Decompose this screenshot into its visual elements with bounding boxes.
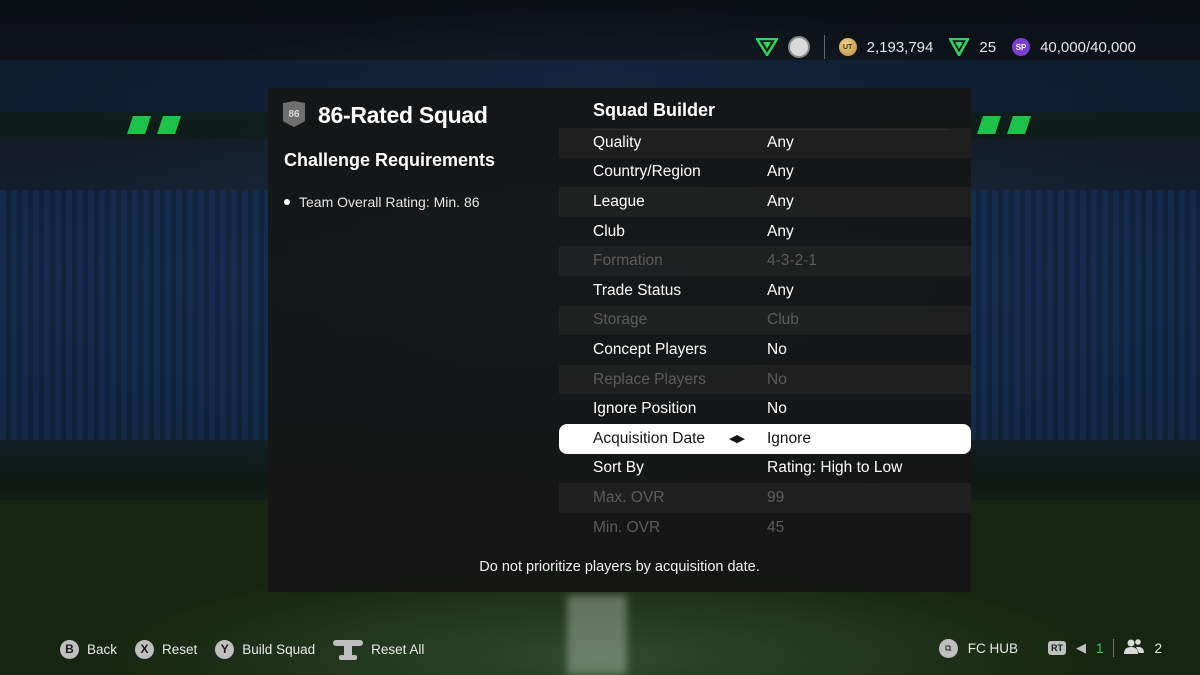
setting-row-country-region[interactable]: Country/Region Any bbox=[559, 158, 971, 188]
setting-value: 99 bbox=[767, 488, 785, 506]
setting-row-storage: Storage Club bbox=[559, 305, 971, 336]
setting-value: No bbox=[767, 400, 787, 418]
setting-value: Rating: High to Low bbox=[767, 459, 903, 477]
setting-row-concept-players[interactable]: Concept Players No bbox=[559, 335, 971, 365]
x-button-icon: X bbox=[135, 639, 155, 659]
setting-value: Any bbox=[767, 163, 794, 181]
setting-value: No bbox=[767, 370, 787, 388]
back-label: Back bbox=[87, 641, 118, 657]
setting-label: Club bbox=[593, 222, 625, 240]
setting-label: Sort By bbox=[593, 459, 644, 477]
reset-all-button[interactable]: Reset All bbox=[333, 638, 424, 660]
club-badge-icon bbox=[787, 36, 810, 58]
setting-row-max-ovr: Max. OVR 99 bbox=[559, 483, 971, 513]
setting-label: League bbox=[593, 192, 645, 210]
rating-badge: 86 bbox=[283, 101, 305, 127]
divider bbox=[1113, 639, 1115, 657]
setting-label: Ignore Position bbox=[593, 400, 697, 418]
setting-value: Any bbox=[767, 222, 794, 240]
fc-hub-icon[interactable]: ⧉ bbox=[938, 638, 958, 658]
setting-value: Ignore bbox=[767, 429, 811, 447]
setting-label: Acquisition Date bbox=[593, 429, 706, 447]
coins-icon: UT bbox=[838, 38, 857, 56]
reset-all-label: Reset All bbox=[371, 641, 425, 657]
fc-hub-label[interactable]: FC HUB bbox=[968, 641, 1018, 656]
setting-row-trade-status[interactable]: Trade Status Any bbox=[559, 276, 971, 306]
setting-value: No bbox=[767, 340, 787, 358]
setting-value: Any bbox=[767, 281, 794, 299]
sp-icon: SP bbox=[1012, 38, 1031, 56]
setting-row-formation: Formation 4-3-2-1 bbox=[559, 246, 971, 276]
friends-icon[interactable] bbox=[1124, 638, 1145, 658]
setting-row-quality[interactable]: Quality Any bbox=[559, 128, 971, 158]
setting-label: Min. OVR bbox=[593, 518, 661, 536]
requirements-title: Challenge Requirements bbox=[284, 150, 496, 170]
bullet-icon bbox=[284, 199, 290, 205]
voice-count: 1 bbox=[1095, 640, 1104, 656]
setting-label: Storage bbox=[593, 311, 648, 329]
stadium-adboard-left bbox=[0, 112, 270, 138]
divider bbox=[823, 35, 825, 59]
setting-label: Country/Region bbox=[593, 163, 701, 181]
setting-label: Concept Players bbox=[593, 340, 707, 358]
y-button-icon: Y bbox=[215, 639, 235, 659]
builder-title: Squad Builder bbox=[593, 100, 716, 120]
setting-row-acquisition-date[interactable]: Acquisition Date ◀▶ Ignore bbox=[559, 423, 971, 454]
requirement-text: Team Overall Rating: Min. 86 bbox=[299, 194, 480, 210]
back-button[interactable]: B Back bbox=[60, 639, 118, 659]
stadium-seats-right bbox=[970, 190, 1200, 440]
settings-list: Quality Any Country/Region Any League An… bbox=[559, 128, 971, 542]
challenge-info: 86 86-Rated Squad Challenge Requirements… bbox=[268, 88, 558, 592]
setting-value: 45 bbox=[767, 518, 785, 536]
left-right-arrows-icon[interactable]: ◀▶ bbox=[729, 432, 745, 445]
setting-label: Replace Players bbox=[593, 370, 706, 388]
setting-label: Max. OVR bbox=[593, 488, 665, 506]
mic-muted-icon: ◀ bbox=[1075, 640, 1086, 655]
build-squad-button[interactable]: Y Build Squad bbox=[215, 639, 316, 659]
setting-value: Any bbox=[767, 192, 794, 210]
rt-button-icon: RT bbox=[1047, 641, 1066, 655]
setting-value: 4-3-2-1 bbox=[767, 252, 817, 270]
setting-label: Formation bbox=[593, 252, 663, 270]
fc-points-icon bbox=[949, 38, 970, 56]
setting-value: Club bbox=[767, 311, 799, 329]
setting-row-ignore-position[interactable]: Ignore Position No bbox=[559, 394, 971, 424]
left-stick-icon bbox=[333, 638, 364, 660]
sp-value: 40,000/40,000 bbox=[1040, 38, 1136, 56]
coins-value: 2,193,794 bbox=[866, 38, 934, 56]
fc-points-value: 25 bbox=[979, 38, 997, 56]
setting-description: Do not prioritize players by acquisition… bbox=[479, 559, 760, 575]
setting-label: Quality bbox=[593, 133, 642, 151]
stadium-adboard-right bbox=[970, 112, 1200, 138]
requirement-item: Team Overall Rating: Min. 86 bbox=[284, 194, 480, 210]
friends-count: 2 bbox=[1154, 640, 1162, 656]
setting-row-league[interactable]: League Any bbox=[559, 187, 971, 217]
squad-title: 86-Rated Squad bbox=[318, 102, 488, 128]
fc-green-logo-icon bbox=[755, 38, 778, 56]
setting-label: Trade Status bbox=[593, 281, 682, 299]
stadium-seats-left bbox=[0, 190, 270, 440]
setting-value: Any bbox=[767, 133, 794, 151]
setting-row-min-ovr: Min. OVR 45 bbox=[559, 513, 971, 543]
reset-button[interactable]: X Reset bbox=[135, 639, 198, 659]
squad-builder-panel: 86 86-Rated Squad Challenge Requirements… bbox=[268, 88, 971, 592]
setting-row-club[interactable]: Club Any bbox=[559, 217, 971, 247]
pitch-line bbox=[567, 595, 627, 675]
reset-label: Reset bbox=[162, 641, 198, 657]
setting-row-sort-by[interactable]: Sort By Rating: High to Low bbox=[559, 454, 971, 484]
top-status-bar: UT 2,193,794 25 SP 40,000/40,000 bbox=[755, 34, 1142, 60]
setting-row-replace-players: Replace Players No bbox=[559, 364, 971, 395]
build-squad-label: Build Squad bbox=[242, 641, 316, 657]
b-button-icon: B bbox=[60, 639, 79, 659]
hub-status: ⧉ FC HUB RT ◀ 1 2 bbox=[938, 638, 1162, 658]
controller-hints: B Back X Reset Y Build Squad Reset All bbox=[60, 638, 424, 660]
